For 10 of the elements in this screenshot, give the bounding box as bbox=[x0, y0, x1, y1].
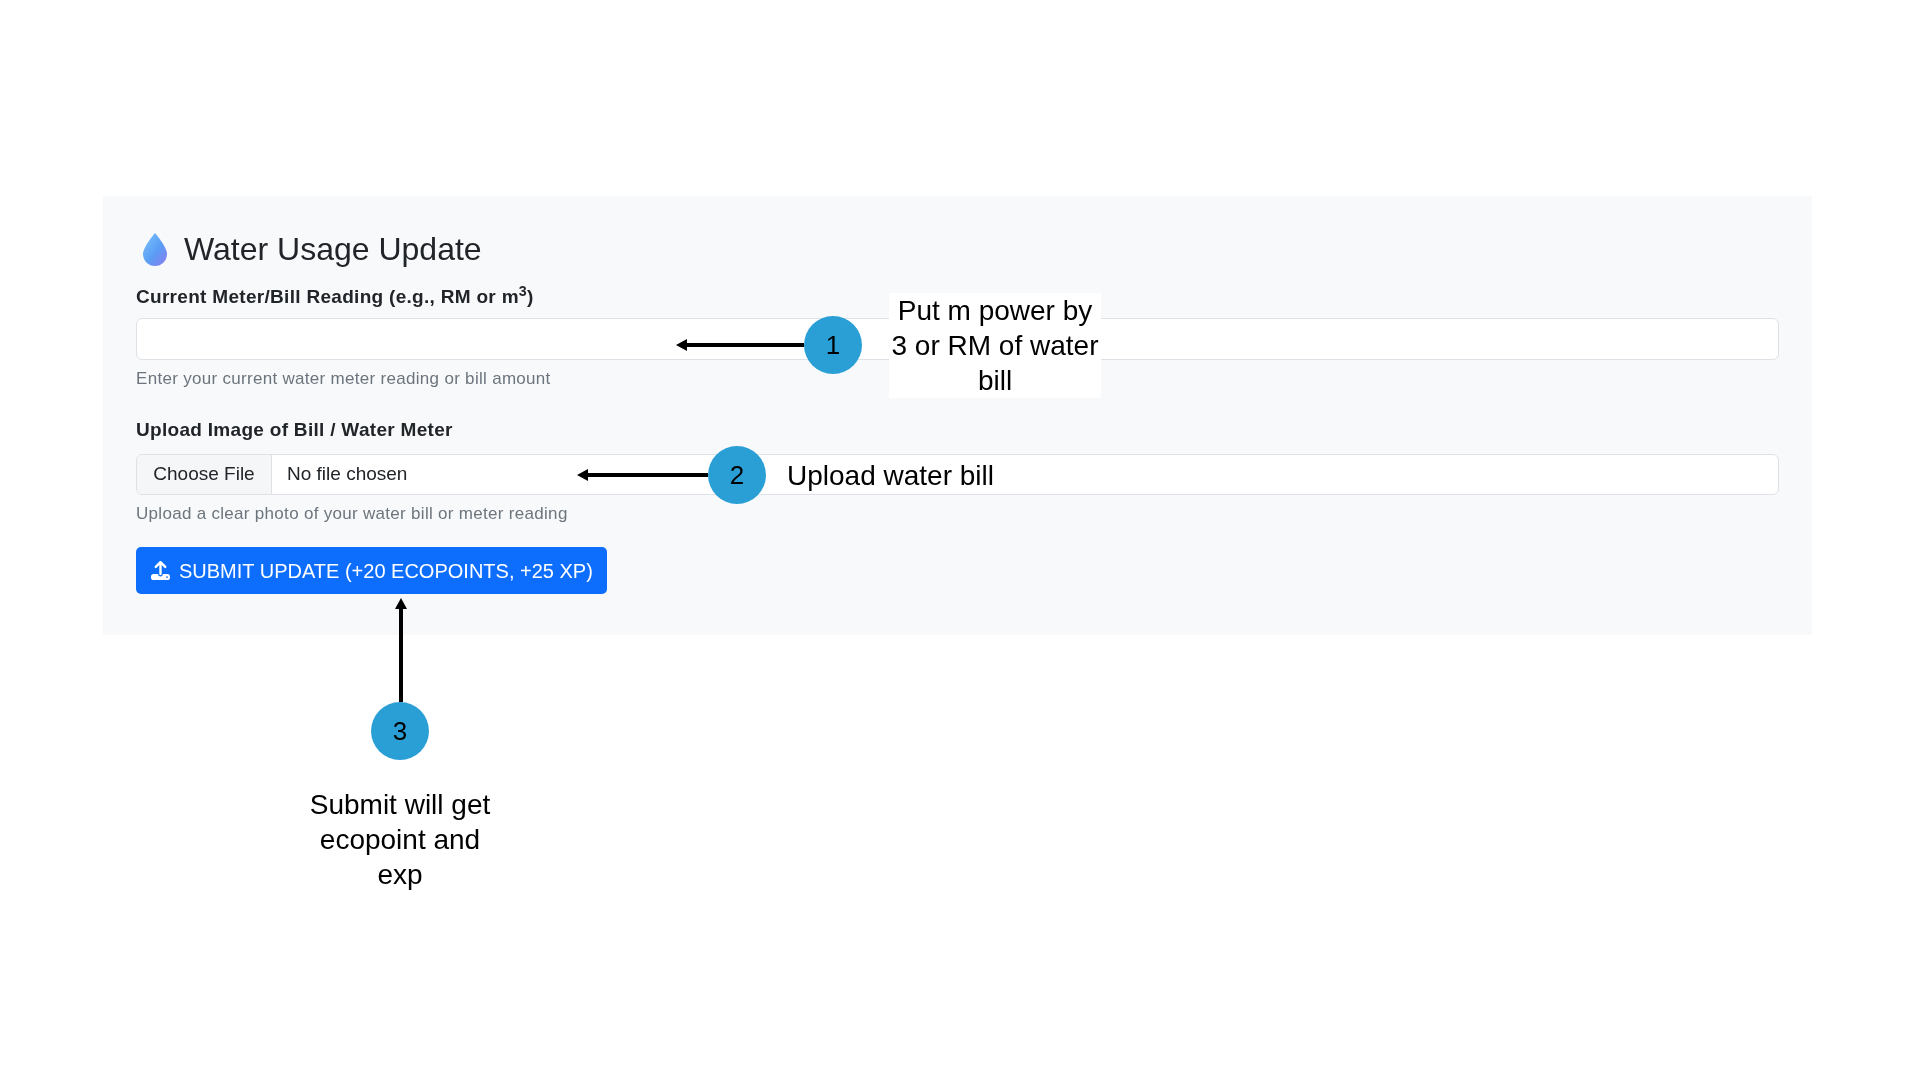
file-status-text: No file chosen bbox=[286, 462, 408, 487]
help-text: Enter your current water meter reading or bill amount bbox=[136, 369, 551, 389]
field-label: Upload Image of Bill / Water Meter bbox=[136, 418, 453, 442]
card-title: Water Usage Update bbox=[184, 230, 482, 269]
number-marker: 3 bbox=[371, 702, 429, 760]
annotation-text: Upload water bill bbox=[787, 459, 994, 493]
annotation-text: Submit will get ecopoint and exp bbox=[308, 788, 492, 892]
annotation-text: Put m power by 3 or RM of water bill bbox=[889, 293, 1101, 398]
help-text: Upload a clear photo of your water bill or meter reading bbox=[136, 504, 568, 524]
field-label: Current Meter/Bill Reading (e.g., RM or m$^{3}$) bbox=[136, 285, 534, 309]
